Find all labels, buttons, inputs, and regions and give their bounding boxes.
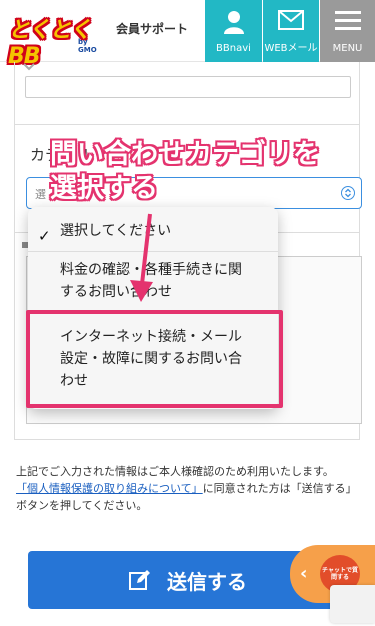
recaptcha-badge[interactable] xyxy=(330,585,375,623)
chevron-left-icon: ‹ xyxy=(300,563,308,584)
edit-icon xyxy=(129,570,150,590)
annotation-title: 問い合わせカテゴリを 選択する xyxy=(50,138,320,206)
privacy-notice: 上記でご入力された情報はご本人様確認のため利用いたします。 「個人情報保護の取り… xyxy=(16,463,361,514)
chat-label: チャットで質問する xyxy=(322,567,358,581)
annotation-line2: 選択する xyxy=(50,173,158,204)
annotation-line1: 問い合わせカテゴリを xyxy=(50,139,320,170)
notice-text: 上記でご入力された情報はご本人様確認のため利用いたします。 xyxy=(16,465,334,478)
submit-label: 送信する xyxy=(167,569,247,594)
privacy-policy-link[interactable]: 「個人情報保護の取り組みについて」 xyxy=(16,482,203,495)
highlight-box xyxy=(26,310,283,408)
